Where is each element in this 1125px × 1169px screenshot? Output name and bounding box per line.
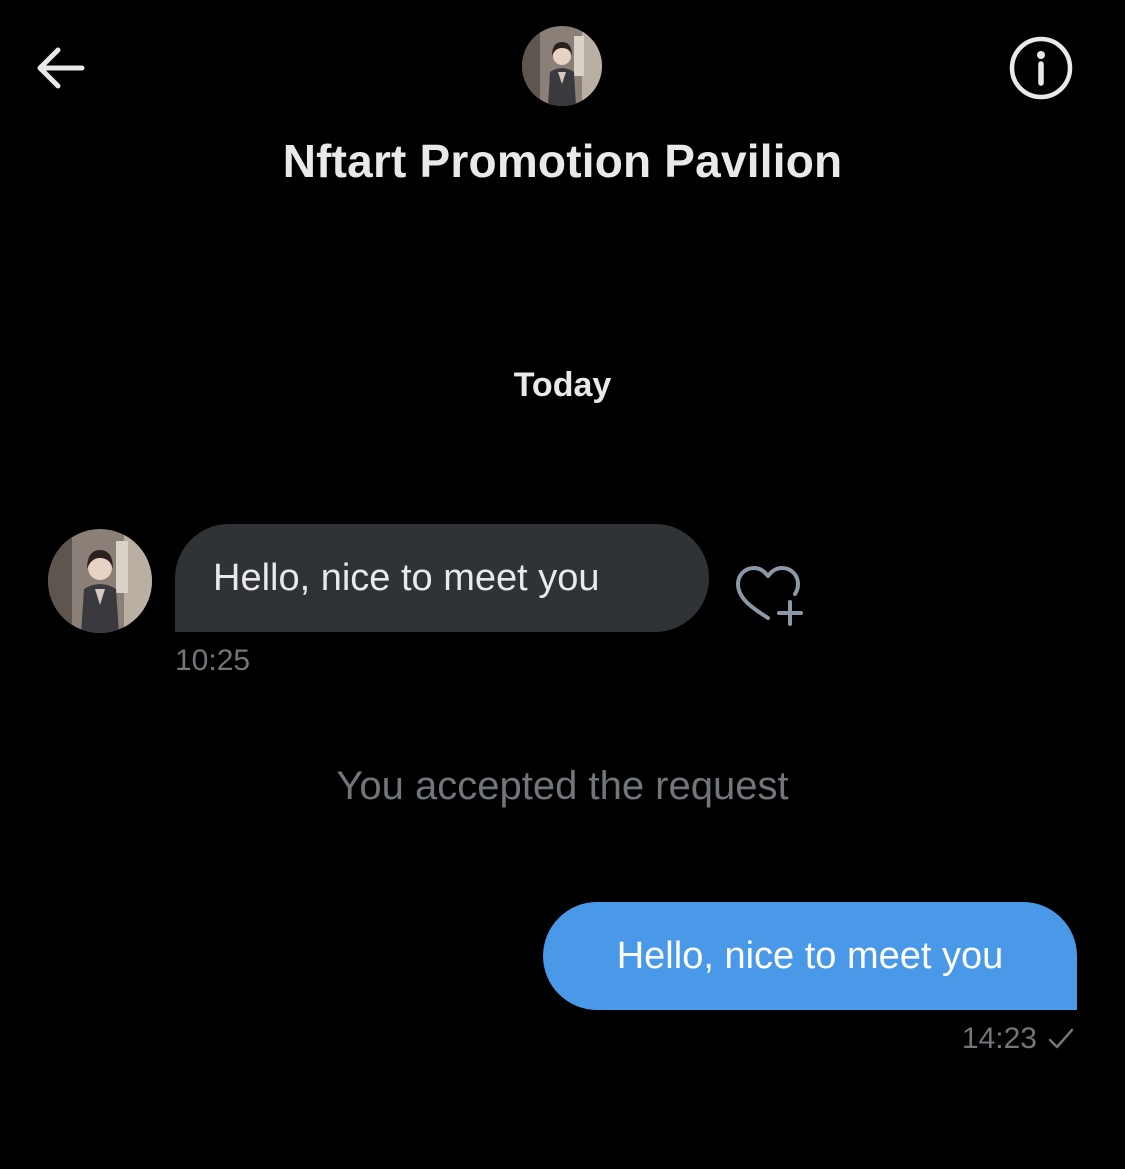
checkmark-icon: [1048, 1028, 1074, 1049]
message-timestamp: 10:25: [175, 644, 251, 677]
incoming-message-bubble[interactable]: Hello, nice to meet you: [175, 524, 709, 632]
message-timestamp: 14:23: [961, 1022, 1037, 1055]
info-circle-icon: [1009, 36, 1073, 100]
arrow-left-icon: [37, 47, 85, 89]
react-heart-button[interactable]: [732, 562, 808, 630]
message-text: Hello, nice to meet you: [213, 556, 600, 599]
date-separator: Today: [513, 366, 612, 404]
avatar-image: [48, 529, 152, 633]
sender-avatar[interactable]: [48, 529, 152, 633]
avatar-image: [522, 26, 602, 106]
conversation-title: Nftart Promotion Pavilion: [282, 135, 843, 187]
message-meta: 14:23: [962, 1022, 1075, 1056]
system-notice: You accepted the request: [336, 764, 789, 808]
conversation-avatar[interactable]: [522, 26, 602, 106]
conversation-info-button[interactable]: [1005, 32, 1077, 104]
outgoing-message-bubble[interactable]: Hello, nice to meet you: [543, 902, 1077, 1010]
back-button[interactable]: [28, 38, 92, 98]
message-text: Hello, nice to meet you: [616, 934, 1004, 977]
heart-plus-icon: [736, 566, 803, 626]
